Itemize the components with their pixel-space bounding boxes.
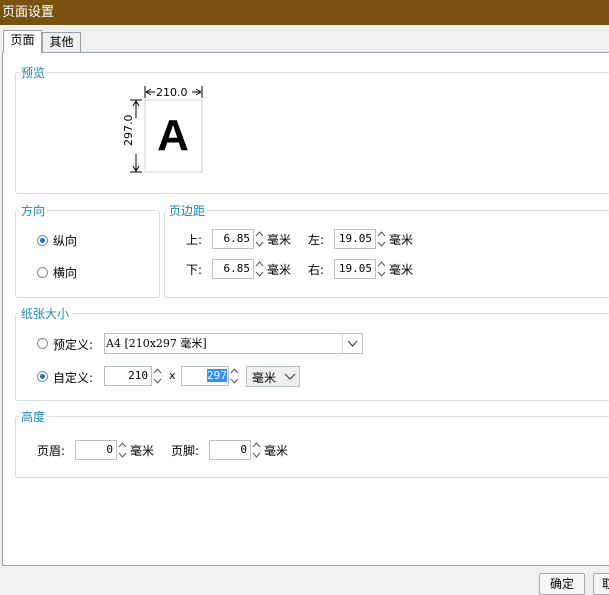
margin-bottom-unit: 毫米 bbox=[267, 263, 292, 277]
tab-other[interactable]: 其他 bbox=[42, 32, 81, 53]
chevron-down-icon[interactable] bbox=[342, 334, 362, 353]
spin-up-icon[interactable] bbox=[376, 229, 387, 239]
spin-down-icon[interactable] bbox=[254, 269, 265, 279]
margin-bottom-stepper[interactable] bbox=[254, 259, 265, 279]
preview-height-value: 297.0 bbox=[122, 114, 135, 147]
preview-width-value: 210.0 bbox=[156, 86, 188, 99]
margins-group-label: 页边距 bbox=[167, 202, 208, 219]
footer-unit: 毫米 bbox=[264, 444, 289, 458]
cancel-button[interactable]: 取 bbox=[593, 573, 609, 595]
portrait-label[interactable]: 纵向 bbox=[53, 232, 77, 249]
margin-right-unit: 毫米 bbox=[389, 263, 414, 277]
spin-up-icon[interactable] bbox=[229, 366, 240, 376]
spin-up-icon[interactable] bbox=[251, 440, 262, 450]
spin-down-icon[interactable] bbox=[117, 450, 128, 460]
landscape-radio[interactable] bbox=[37, 267, 48, 278]
custom-height-value: 297 bbox=[207, 369, 227, 382]
tab-page[interactable]: 页面 bbox=[3, 30, 42, 53]
orientation-group bbox=[15, 210, 160, 298]
title-bar: 页面设置 bbox=[0, 0, 609, 25]
preview-group-label: 预览 bbox=[19, 64, 48, 81]
header-label: 页眉: bbox=[37, 444, 66, 458]
spin-down-icon[interactable] bbox=[376, 269, 387, 279]
ok-button[interactable]: 确定 bbox=[539, 573, 585, 595]
margin-right-stepper[interactable] bbox=[376, 259, 387, 279]
margin-left-stepper[interactable] bbox=[376, 229, 387, 249]
spin-down-icon[interactable] bbox=[251, 450, 262, 460]
paper-size-group bbox=[15, 313, 609, 401]
predefined-radio[interactable] bbox=[37, 338, 48, 349]
spin-up-icon[interactable] bbox=[254, 229, 265, 239]
spin-up-icon[interactable] bbox=[376, 259, 387, 269]
custom-label[interactable]: 自定义: bbox=[53, 369, 93, 386]
spin-up-icon[interactable] bbox=[117, 440, 128, 450]
margin-left-input[interactable]: 19.05 bbox=[334, 229, 376, 249]
margin-top-stepper[interactable] bbox=[254, 229, 265, 249]
spin-up-icon[interactable] bbox=[254, 259, 265, 269]
footer-stepper[interactable] bbox=[251, 440, 262, 460]
spin-down-icon[interactable] bbox=[376, 239, 387, 249]
tab-page-label: 页面 bbox=[10, 33, 35, 47]
custom-width-input[interactable]: 210 bbox=[104, 366, 152, 386]
spin-down-icon[interactable] bbox=[152, 376, 163, 386]
margin-left-unit: 毫米 bbox=[389, 233, 414, 247]
paper-size-group-label: 纸张大小 bbox=[19, 305, 72, 322]
custom-width-stepper[interactable] bbox=[152, 366, 163, 386]
spin-down-icon[interactable] bbox=[229, 376, 240, 386]
window-title: 页面设置 bbox=[2, 5, 55, 20]
margin-left-label: 左: bbox=[308, 233, 325, 247]
spin-up-icon[interactable] bbox=[152, 366, 163, 376]
unit-select-value: 毫米 bbox=[252, 371, 277, 385]
header-unit: 毫米 bbox=[130, 444, 155, 458]
orientation-group-label: 方向 bbox=[19, 202, 48, 219]
size-separator: x bbox=[169, 369, 176, 382]
header-stepper[interactable] bbox=[117, 440, 128, 460]
margin-right-label: 右: bbox=[308, 263, 325, 277]
unit-select[interactable]: 毫米 bbox=[246, 366, 300, 387]
header-input[interactable]: 0 bbox=[75, 440, 117, 460]
predefined-select[interactable]: A4 [210x297 毫米] bbox=[104, 333, 363, 354]
margin-top-input[interactable]: 6.85 bbox=[212, 229, 254, 249]
landscape-label[interactable]: 横向 bbox=[53, 264, 77, 281]
chevron-down-icon[interactable] bbox=[281, 367, 299, 386]
margin-bottom-label: 下: bbox=[186, 263, 203, 277]
spin-down-icon[interactable] bbox=[254, 239, 265, 249]
preview-group bbox=[15, 72, 609, 194]
custom-height-stepper[interactable] bbox=[229, 366, 240, 386]
predefined-label[interactable]: 预定义: bbox=[53, 336, 93, 353]
preview-sample-letter: A bbox=[157, 111, 189, 160]
custom-height-input[interactable]: 297 bbox=[181, 366, 229, 386]
margins-group bbox=[164, 210, 609, 298]
margin-right-input[interactable]: 19.05 bbox=[334, 259, 376, 279]
portrait-radio[interactable] bbox=[37, 235, 48, 246]
margin-bottom-input[interactable]: 6.85 bbox=[212, 259, 254, 279]
margin-top-label: 上: bbox=[186, 233, 203, 247]
tab-other-label: 其他 bbox=[49, 35, 74, 49]
footer-input[interactable]: 0 bbox=[209, 440, 251, 460]
height-group-label: 高度 bbox=[19, 408, 48, 425]
footer-label: 页脚: bbox=[171, 444, 200, 458]
custom-radio[interactable] bbox=[37, 371, 48, 382]
margin-top-unit: 毫米 bbox=[267, 233, 292, 247]
predefined-select-value: A4 [210x297 毫米] bbox=[106, 337, 207, 350]
